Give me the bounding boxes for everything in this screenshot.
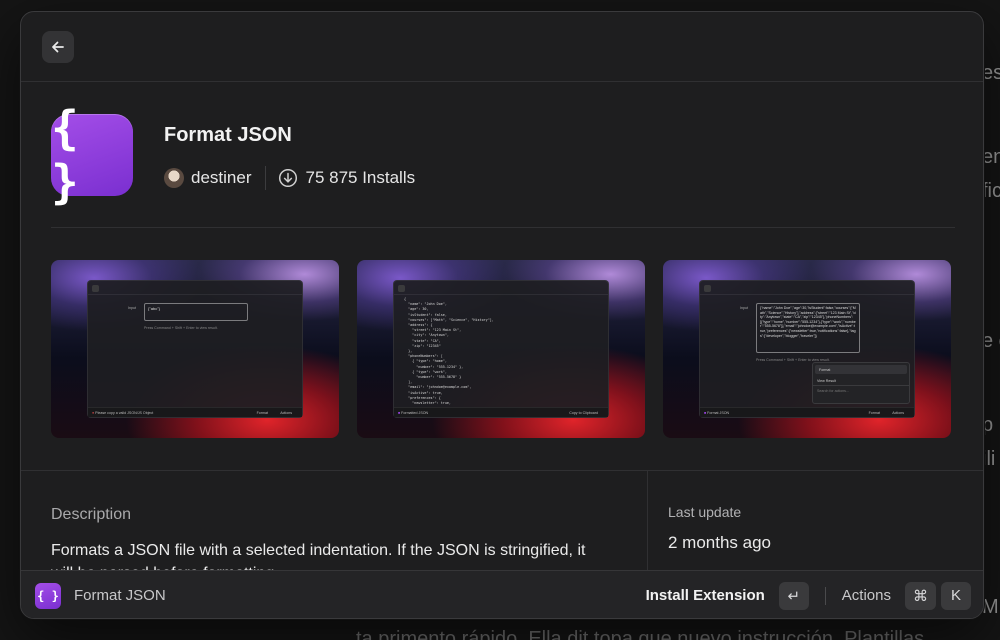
screenshot-action-menu: Format View Result Search for actions... <box>812 362 910 404</box>
screenshot-divider <box>700 294 914 295</box>
screenshot-footer-left: Format JSON <box>707 411 730 415</box>
description-heading: Description <box>51 506 132 523</box>
action-bar: { } Format JSON Install Extension ↵ Acti… <box>21 570 983 618</box>
screenshot-thumbnail[interactable]: Input {"abc"} Press Command + Shift + En… <box>51 260 339 438</box>
screenshot-window: { "name": "John Doe", "age": 30, "isStud… <box>393 280 609 418</box>
extension-title: Format JSON <box>164 124 292 146</box>
screenshot-window: Input {"abc"} Press Command + Shift + En… <box>87 280 303 418</box>
screenshot-input: {"abc"} <box>144 303 248 321</box>
background-text: fic <box>982 180 1000 202</box>
screenshot-footer-actions: Actions <box>280 411 292 415</box>
braces-icon: ■ <box>704 411 707 415</box>
last-update-heading: Last update <box>668 504 742 520</box>
install-count: 75 875 Installs <box>305 168 416 187</box>
screenshot-footer: ● Please copy a valid JSON/JS Object For… <box>88 407 302 417</box>
install-extension-button[interactable]: Install Extension <box>646 587 765 604</box>
screenshot-hint: Press Command + Shift + Enter to view re… <box>144 326 218 330</box>
arrow-left-icon <box>704 285 711 292</box>
extension-icon: { } <box>51 101 133 209</box>
arrow-left-icon <box>398 285 405 292</box>
column-divider <box>647 470 648 570</box>
braces-icon: { } <box>35 582 61 609</box>
extension-detail-window: { } Format JSON destiner 75 875 Installs… <box>20 11 984 619</box>
screenshot-input: {"name":"John Doe","age":30,"isStudent":… <box>756 303 860 353</box>
back-button[interactable] <box>42 31 74 63</box>
author-name[interactable]: destiner <box>191 168 251 188</box>
screenshot-input-label: Input <box>740 306 748 310</box>
extension-meta: destiner 75 875 Installs <box>164 164 415 192</box>
content-divider <box>21 470 983 471</box>
screenshot-footer-primary: Copy to Clipboard <box>569 411 598 415</box>
screenshot-divider <box>88 294 302 295</box>
author-avatar <box>164 168 184 188</box>
screenshot-footer-primary: Format <box>868 411 880 415</box>
arrow-left-icon <box>52 41 64 53</box>
background-text: ML <box>982 596 1000 618</box>
screenshot-code: { "name": "John Doe", "age": 30, "isStud… <box>404 297 494 406</box>
action-bar-divider <box>824 586 826 605</box>
background-text: ta primento rápido. Ella dit topa que nu… <box>356 628 925 640</box>
screenshot-footer-left: Formatted JSON <box>401 411 429 415</box>
last-update-value: 2 months ago <box>668 533 772 552</box>
screenshot-thumbnail[interactable]: { "name": "John Doe", "age": 30, "isStud… <box>357 260 645 438</box>
error-icon: ● <box>92 411 95 415</box>
braces-icon: ■ <box>398 411 401 415</box>
screenshot-menu-item: View Result <box>817 378 836 383</box>
screenshot-input-label: Input <box>128 306 136 310</box>
download-icon <box>279 168 298 188</box>
screenshot-footer-left: Please copy a valid JSON/JS Object <box>95 411 154 415</box>
screenshot-footer-primary: Format <box>256 411 268 415</box>
screenshot-thumbnail[interactable]: Input {"name":"John Doe","age":30,"isStu… <box>663 260 951 438</box>
command-key-icon: ⌘ <box>905 581 936 610</box>
meta-divider <box>265 166 267 190</box>
screenshot-window: Input {"name":"John Doe","age":30,"isStu… <box>699 280 915 418</box>
screenshot-footer-actions: Actions <box>892 411 904 415</box>
header-divider <box>51 227 955 228</box>
screenshot-menu-search: Search for actions... <box>813 385 909 395</box>
background-text: en <box>982 146 1000 168</box>
screenshot-divider <box>394 294 608 295</box>
screenshot-footer: ■ Format JSON Format Actions <box>700 407 914 417</box>
enter-key-icon: ↵ <box>778 581 809 610</box>
arrow-left-icon <box>92 285 99 292</box>
screenshot-gallery: Input {"abc"} Press Command + Shift + En… <box>51 260 955 438</box>
top-bar <box>21 12 983 82</box>
actions-button[interactable]: Actions <box>842 587 891 604</box>
screenshot-menu-item: Format <box>815 365 907 374</box>
action-bar-title: Format JSON <box>74 587 166 604</box>
action-bar-controls: Install Extension ↵ Actions ⌘ K <box>646 581 983 610</box>
background-text: es <box>982 62 1000 84</box>
screenshot-footer: ■ Formatted JSON Copy to Clipboard <box>394 407 608 417</box>
k-key-icon: K <box>941 581 971 610</box>
background-text: ili <box>982 448 996 470</box>
background-text: e c <box>982 330 1000 352</box>
extension-header: { } Format JSON destiner 75 875 Installs <box>51 101 955 228</box>
braces-icon: { } <box>51 101 81 209</box>
